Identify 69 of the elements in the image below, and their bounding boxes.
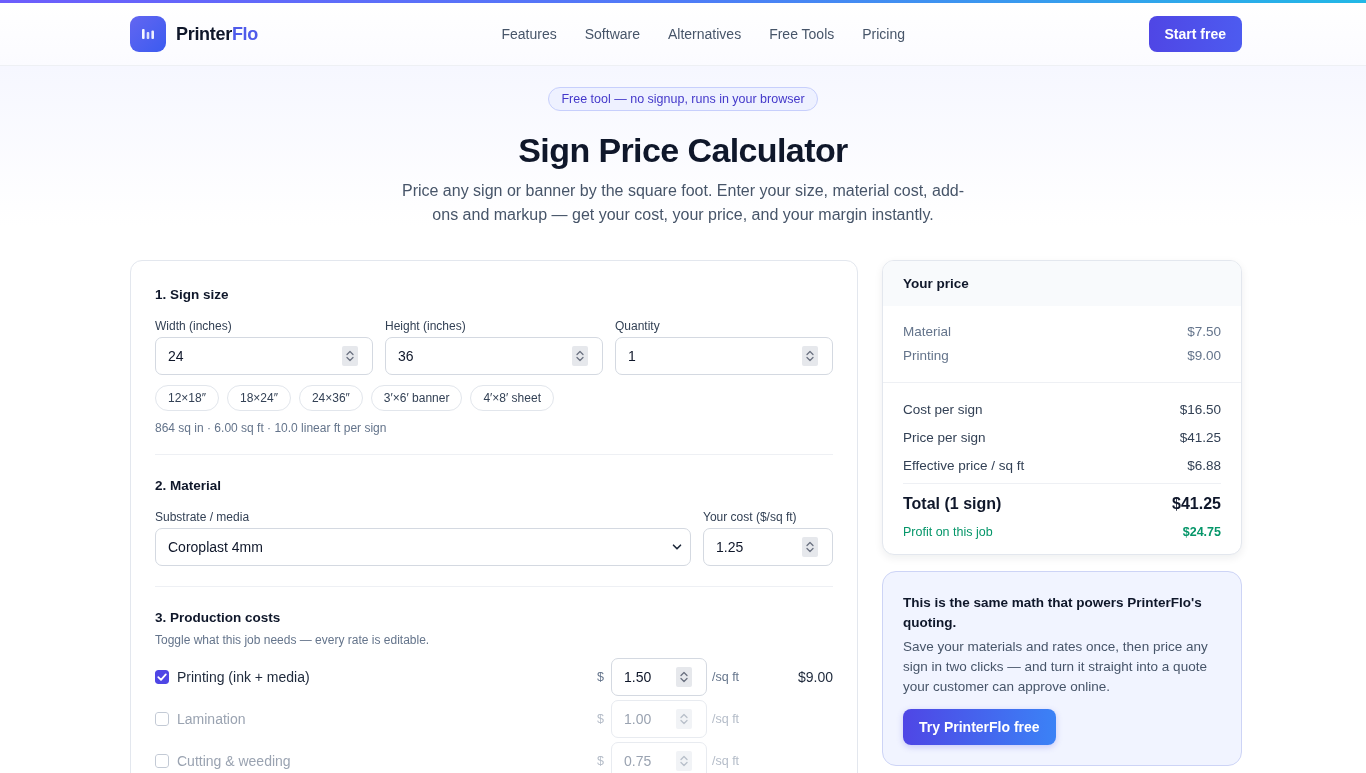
summary-label: Cost per sign [903,401,983,419]
total-value: $41.25 [1172,494,1221,514]
nav-link[interactable]: Pricing [862,26,906,42]
field-label: Your cost ($/sq ft) [703,509,798,525]
section-title: 3. Production costs [155,609,282,627]
summary-value: $41.25 [1179,429,1221,447]
breakdown-label: Printing [903,347,949,365]
promo-title: This is the same math that powers PrinterFlo's quoting. [903,594,1203,632]
field-label: Width (inches) [155,318,233,334]
stepper-icon[interactable] [802,346,818,366]
stepper-icon[interactable] [572,346,588,366]
field-label: Height (inches) [385,318,467,334]
currency-symbol: $ [597,711,604,727]
option-label: Printing (ink + media) [177,669,311,685]
chevron-down-icon [672,542,682,552]
breakdown-value: $9.00 [1187,347,1221,365]
summary-value: $6.88 [1187,457,1221,475]
stepper-icon[interactable] [802,537,818,557]
free-tool-badge: Free tool — no signup, runs in your browser [548,87,818,111]
summary-label: Effective price / sq ft [903,457,1025,475]
number-input[interactable]: 24 [155,337,373,375]
number-input[interactable]: 1.25 [703,528,833,566]
nav-link[interactable]: Alternatives [668,26,742,42]
section-hint: Toggle what this job needs — every rate is editable. [155,632,431,648]
checkbox[interactable] [155,712,169,726]
size-preset-button[interactable]: 4′×8′ sheet [470,385,554,411]
start-free-button[interactable]: Start free [1148,16,1242,52]
total-label: Total (1 sign) [903,494,1002,514]
area-summary-text: 864 sq in · 6.00 sq ft · 10.0 linear ft per sign [155,420,388,436]
stepper-icon[interactable] [342,346,358,366]
checkbox[interactable] [155,670,169,684]
unit-label: /sq ft [712,753,741,769]
section-title: 1. Sign size [155,286,230,304]
size-preset-button[interactable]: 12×18″ [155,385,219,411]
field-label: Substrate / media [155,509,251,525]
page-subtitle: Price any sign or banner by the square foot. Enter your size, material cost, add-ons and markup — get your cost, your price, and your margin instantly. [400,181,966,225]
size-preset-button[interactable]: 24×36″ [298,385,363,411]
profit-value: $24.75 [1182,524,1221,540]
currency-symbol: $ [597,753,604,769]
unit-label: /sq ft [712,711,741,727]
option-label: Cutting & weeding [177,753,292,769]
price-card-title: Your price [883,261,1241,306]
stepper-icon[interactable] [676,667,692,687]
bar-chart-logo-icon[interactable] [130,16,166,52]
size-preset-button[interactable]: 3′×6′ banner [370,385,463,411]
option-label: Lamination [177,711,247,727]
breakdown-value: $7.50 [1187,323,1221,341]
summary-value: $16.50 [1179,401,1221,419]
breakdown-label: Material [903,323,951,341]
promo-text: Save your materials and rates once, then price any sign in two clicks — and turn it straight into a quote your customer can approve online. [903,638,1209,696]
rate-input[interactable]: 1.50 [611,658,707,696]
size-preset-button[interactable]: 18×24″ [226,385,291,411]
currency-symbol: $ [597,669,604,685]
number-input[interactable]: 1 [615,337,833,375]
brand-name[interactable]: PrinterFlo [176,23,258,45]
field-label: Quantity [615,318,661,334]
profit-label: Profit on this job [903,524,993,540]
checkbox[interactable] [155,754,169,768]
substrate-select[interactable]: Coroplast 4mm [155,528,691,566]
summary-label: Price per sign [903,429,986,447]
section-title: 2. Material [155,477,223,495]
nav-link[interactable]: Software [584,26,640,42]
number-input[interactable]: 36 [385,337,603,375]
page-title: Sign Price Calculator [518,130,848,171]
unit-label: /sq ft [712,669,741,685]
line-amount: $9.00 [797,669,833,685]
nav-link[interactable]: Free Tools [769,26,835,42]
try-free-button[interactable]: Try PrinterFlo free [903,709,1056,745]
nav-link[interactable]: Features [501,26,557,42]
